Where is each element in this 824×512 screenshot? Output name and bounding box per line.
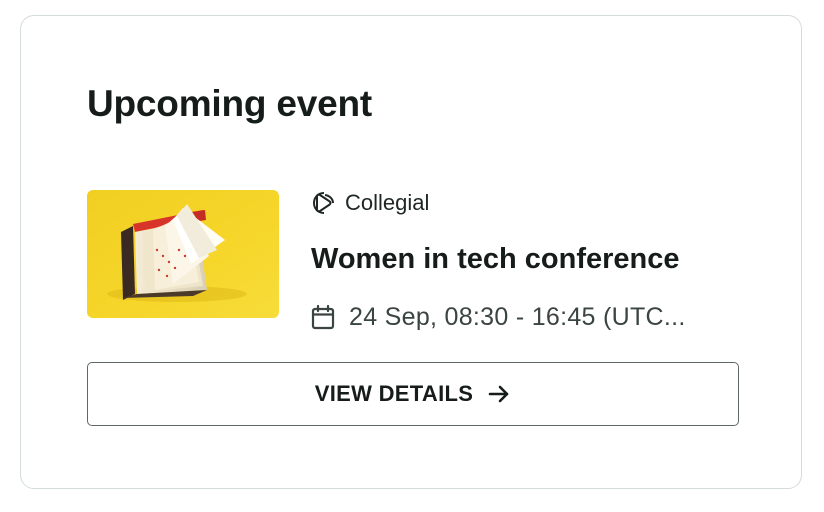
organizer[interactable]: Collegial [311, 188, 741, 218]
event-item[interactable]: Collegial Women in tech conference 24 Se… [87, 188, 739, 331]
collegial-logo-icon [312, 192, 334, 214]
event-thumbnail[interactable] [87, 190, 279, 318]
calendar-icon [311, 304, 335, 330]
view-details-label: VIEW DETAILS [314, 381, 474, 406]
arrow-right-icon [488, 385, 509, 403]
view-details-button[interactable]: VIEW DETAILS [87, 362, 739, 426]
card-title: Upcoming event [87, 83, 373, 124]
event-name[interactable]: Women in tech conference [311, 242, 741, 276]
organizer-name: Collegial [345, 190, 430, 215]
event-info: Collegial Women in tech conference 24 Se… [311, 188, 741, 334]
event-datetime-text: 24 Sep, 08:30 - 16:45 (UTC... [349, 302, 686, 331]
upcoming-event-card: Upcoming event Collegial Women in tech c… [20, 15, 802, 489]
event-thumbnail-image [87, 190, 279, 318]
event-datetime: 24 Sep, 08:30 - 16:45 (UTC... [311, 300, 741, 334]
